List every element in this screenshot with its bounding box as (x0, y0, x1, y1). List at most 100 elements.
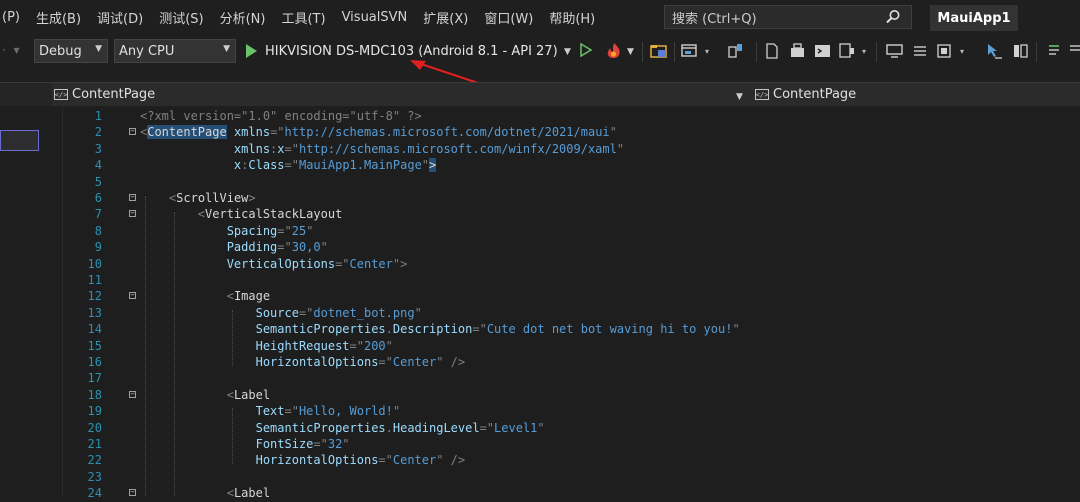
code-token: Spacing (226, 223, 278, 238)
code-line[interactable]: 14 SemanticProperties.Description="Cute … (64, 321, 1080, 337)
menu-item[interactable]: (P) (0, 10, 28, 25)
code-token: Cute dot net bot waving hi to you! (486, 322, 733, 337)
menu-item[interactable]: 调试(D) (89, 8, 151, 27)
code-text: Text="Hello, World!" (140, 403, 401, 419)
collapse-icon[interactable]: − (129, 390, 136, 398)
toolbar-overflow-icon[interactable]: · ▾ (2, 43, 19, 57)
bookmark-icon[interactable] (727, 43, 745, 59)
code-line[interactable]: 1 <?xml version="1.0" encoding="utf-8" ?> (64, 108, 1080, 124)
code-line[interactable]: 24 − <Label (64, 485, 1080, 501)
hot-reload-icon[interactable] (604, 42, 624, 60)
device-icon[interactable] (838, 43, 856, 59)
hot-reload-dropdown-icon[interactable]: ▼ (627, 47, 634, 57)
code-text: <Label (140, 387, 270, 403)
platform-combo[interactable]: Any CPU ▼ (114, 39, 236, 63)
code-line[interactable]: 16 HorizontalOptions="Center" /> (64, 354, 1080, 370)
run-target-dropdown-icon[interactable]: ▼ (564, 47, 571, 57)
code-line[interactable]: 17 (64, 370, 1080, 386)
configuration-combo[interactable]: Debug ▼ (34, 39, 108, 63)
code-line[interactable]: 4 x:Class="MauiApp1.MainPage"> (64, 157, 1080, 173)
menu-item[interactable]: VisualSVN (334, 10, 416, 25)
collapse-icon[interactable]: − (129, 194, 136, 201)
search-icon[interactable] (885, 9, 901, 25)
align-icon[interactable] (1046, 43, 1062, 59)
code-token: Padding (226, 240, 278, 255)
menu-item[interactable]: 扩展(X) (415, 8, 476, 27)
code-text: <Image (140, 288, 270, 304)
dropdown-icon[interactable]: ▾ (862, 47, 866, 56)
code-token: MauiApp1.MainPage (298, 158, 422, 173)
member-navigation-dropdown[interactable]: </> ContentPage (755, 87, 856, 102)
code-line[interactable]: 5 (64, 174, 1080, 190)
dropdown-icon[interactable]: ▾ (960, 47, 964, 56)
menu-item[interactable]: 测试(S) (151, 8, 211, 27)
code-line[interactable]: 7 − <VerticalStackLayout (64, 206, 1080, 222)
selected-tree-item[interactable] (0, 130, 39, 151)
menu-item[interactable]: 分析(N) (212, 8, 274, 27)
code-line[interactable]: 23 (64, 469, 1080, 485)
code-line[interactable]: 2 − <ContentPage xmlns="http://schemas.mic… (64, 124, 1080, 140)
code-token: . (385, 420, 393, 435)
collapse-icon[interactable]: − (129, 128, 136, 136)
toolbar-separator (756, 42, 757, 62)
code-line[interactable]: 18 − <Label (64, 387, 1080, 403)
collapse-icon[interactable]: − (129, 292, 136, 300)
chevron-down-icon[interactable]: ▼ (736, 92, 743, 102)
code-line[interactable]: 12 − <Image (64, 288, 1080, 304)
code-text: xmlns:x="http://schemas.microsoft.com/wi… (140, 141, 624, 157)
search-box[interactable]: 搜索 (Ctrl+Q) (664, 5, 912, 29)
code-token: Description (392, 322, 473, 337)
collapse-icon[interactable]: − (129, 210, 136, 218)
code-line[interactable]: 15 HeightRequest="200" (64, 338, 1080, 354)
play-without-debug-icon[interactable] (580, 43, 592, 57)
code-line[interactable]: 13 Source="dotnet_bot.png" (64, 305, 1080, 321)
collapse-icon[interactable]: − (129, 489, 136, 497)
code-line[interactable]: 19 Text="Hello, World!" (64, 403, 1080, 419)
pointer-icon[interactable] (985, 43, 1003, 59)
menu-item[interactable]: 帮助(H) (541, 8, 603, 27)
code-line[interactable]: 9 Padding="30,0" (64, 239, 1080, 255)
layout-icon[interactable] (1012, 43, 1030, 59)
package-icon[interactable] (789, 43, 807, 59)
list-icon[interactable] (912, 43, 928, 59)
dropdown-icon[interactable]: ▾ (705, 47, 709, 56)
code-line[interactable]: 20 SemanticProperties.HeadingLevel="Leve… (64, 420, 1080, 436)
code-token: Image (233, 289, 271, 304)
format-icon[interactable] (1068, 43, 1080, 59)
navigation-bar-gutter (0, 83, 52, 107)
monitor-icon[interactable] (886, 43, 904, 59)
terminal-icon[interactable] (814, 43, 832, 59)
menu-item[interactable]: 窗口(W) (476, 8, 541, 27)
code-line[interactable]: 10 VerticalOptions="Center"> (64, 256, 1080, 272)
document-icon[interactable] (764, 43, 780, 59)
code-line[interactable]: 6 − <ScrollView> (64, 190, 1080, 206)
code-line[interactable]: 11 (64, 272, 1080, 288)
menu-item[interactable]: 生成(B) (28, 8, 89, 27)
window-layout-icon[interactable] (681, 43, 699, 59)
line-number: 11 (87, 273, 102, 287)
inspect-icon[interactable] (936, 43, 952, 59)
line-number: 24 (87, 486, 102, 501)
line-number: 19 (87, 404, 102, 419)
code-token: " (385, 338, 393, 353)
line-number: 12 (87, 289, 102, 304)
code-token: 30,0 (291, 240, 321, 255)
code-line[interactable]: 8 Spacing="25" (64, 223, 1080, 239)
code-line[interactable]: 21 FontSize="32" (64, 436, 1080, 452)
code-line[interactable]: 22 HorizontalOptions="Center" /> (64, 452, 1080, 468)
code-text: HeightRequest="200" (140, 338, 393, 354)
menu-item[interactable]: 工具(T) (273, 8, 333, 27)
code-token: < (226, 486, 234, 501)
type-navigation-dropdown[interactable]: </> ContentPage (54, 87, 155, 102)
code-text: <VerticalStackLayout (140, 206, 343, 222)
code-token: =" (298, 305, 314, 320)
code-editor[interactable]: 1 <?xml version="1.0" encoding="utf-8" ?>… (64, 106, 1080, 500)
run-target-button[interactable]: HIKVISION DS-MDC103 (Android 8.1 - API 2… (240, 39, 558, 63)
code-line[interactable]: 3 xmlns:x="http://schemas.microsoft.com/… (64, 141, 1080, 157)
code-token: Text (255, 404, 285, 419)
code-token: Level1 (494, 420, 538, 435)
folder-icon[interactable] (650, 43, 668, 59)
code-token: =" (479, 420, 495, 435)
